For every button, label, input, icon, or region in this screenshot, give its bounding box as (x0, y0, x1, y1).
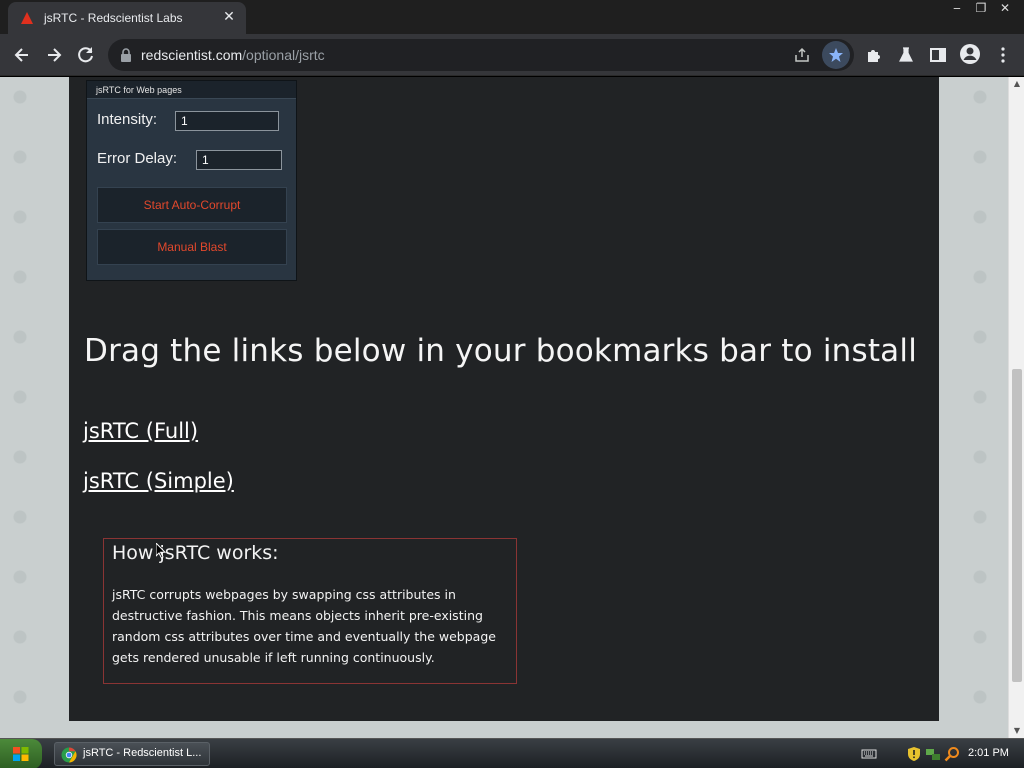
address-bar[interactable]: redscientist.com/optional/jsrtc (108, 39, 854, 71)
intensity-label: Intensity: (97, 111, 158, 128)
main-content: jsRTC for Web pages Intensity: Error Del… (69, 77, 939, 721)
network-icon[interactable] (925, 746, 941, 762)
search-icon[interactable] (944, 746, 960, 762)
page-viewport: jsRTC for Web pages Intensity: Error Del… (0, 77, 1008, 738)
how-it-works-text: jsRTC corrupts webpages by swapping css … (112, 587, 496, 665)
jsrtc-control-panel: jsRTC for Web pages Intensity: Error Del… (86, 80, 297, 281)
scrollbar-thumb[interactable] (1012, 369, 1022, 682)
menu-icon[interactable] (994, 46, 1012, 64)
reload-icon[interactable] (75, 44, 97, 66)
window-close-icon[interactable]: ✕ (994, 0, 1016, 18)
how-it-works-title: How jsRTC works: (112, 542, 279, 564)
how-it-works-box: How jsRTC works: jsRTC corrupts webpages… (103, 538, 517, 684)
taskbar-window-label: jsRTC - Redscientist L... (83, 747, 202, 759)
panel-title: jsRTC for Web pages (87, 81, 296, 99)
bookmark-button[interactable] (822, 41, 850, 69)
chrome-icon (61, 747, 77, 763)
forward-icon[interactable] (43, 44, 65, 66)
browser-tab[interactable]: jsRTC - Redscientist Labs ✕ (8, 2, 246, 34)
profile-icon[interactable] (959, 43, 981, 65)
close-icon[interactable]: ✕ (220, 8, 238, 26)
redscientist-favicon (21, 12, 33, 24)
mouse-cursor-icon (156, 543, 166, 559)
error-delay-label: Error Delay: (97, 150, 178, 167)
taskbar-chrome-window[interactable]: jsRTC - Redscientist L... (54, 742, 210, 766)
tab-title: jsRTC - Redscientist Labs (44, 11, 183, 25)
url-path: /optional/jsrtc (242, 47, 325, 63)
taskbar-clock: 2:01 PM (968, 747, 1009, 759)
labs-icon[interactable] (897, 46, 915, 64)
bookmarklet-full-link[interactable]: jsRTC (Full) (83, 419, 198, 443)
extensions-icon[interactable] (865, 46, 883, 64)
error-delay-input[interactable] (196, 150, 282, 170)
keyboard-icon[interactable] (861, 746, 877, 762)
restore-icon[interactable]: ❐ (970, 0, 992, 18)
bookmarklet-simple-link[interactable]: jsRTC (Simple) (83, 469, 234, 493)
page-scrollbar[interactable]: ▲ ▼ (1008, 77, 1024, 738)
manual-blast-button[interactable]: Manual Blast (97, 229, 287, 265)
url-text[interactable]: redscientist.com/optional/jsrtc (141, 47, 325, 63)
install-heading: Drag the links below in your bookmarks b… (84, 333, 918, 369)
tab-strip: jsRTC - Redscientist Labs ✕ ‒ ❐ ✕ (0, 0, 1024, 34)
star-icon (829, 48, 843, 62)
windows-taskbar: jsRTC - Redscientist L... 2:01 PM (0, 738, 1024, 768)
share-icon[interactable] (794, 47, 810, 63)
lock-icon[interactable] (120, 48, 132, 62)
start-auto-corrupt-button[interactable]: Start Auto-Corrupt (97, 187, 287, 223)
minimize-icon[interactable]: ‒ (946, 0, 968, 18)
system-tray: 2:01 PM (858, 739, 1024, 768)
scroll-down-icon[interactable]: ▼ (1009, 724, 1024, 738)
shield-icon[interactable] (906, 746, 922, 762)
browser-toolbar: redscientist.com/optional/jsrtc (0, 34, 1024, 76)
scroll-up-icon[interactable]: ▲ (1009, 77, 1024, 91)
url-domain: redscientist.com (141, 47, 243, 63)
window-controls: ‒ ❐ ✕ (946, 0, 1016, 20)
start-button[interactable] (0, 739, 42, 768)
side-panel-icon[interactable] (929, 46, 947, 64)
windows-start-icon (13, 747, 29, 761)
intensity-input[interactable] (175, 111, 279, 131)
back-icon[interactable] (11, 44, 33, 66)
